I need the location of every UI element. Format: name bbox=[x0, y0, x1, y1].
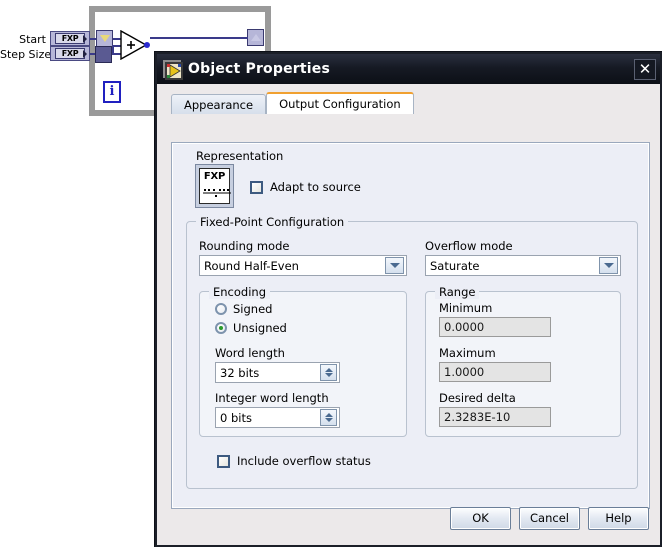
ok-button[interactable]: OK bbox=[450, 507, 511, 530]
tab-panel-output-configuration: Representation FXP Adapt to source Fixed… bbox=[171, 142, 650, 509]
desired-delta-label: Desired delta bbox=[439, 391, 516, 405]
terminal-start-arrow-icon bbox=[83, 35, 87, 43]
representation-fxp-icon[interactable]: FXP bbox=[195, 164, 234, 208]
integer-word-length-label: Integer word length bbox=[215, 391, 329, 405]
add-function-node[interactable] bbox=[120, 30, 150, 60]
encoding-unsigned-label: Unsigned bbox=[233, 321, 287, 335]
rounding-mode-select[interactable]: Round Half-Even bbox=[199, 255, 407, 276]
chevron-down-icon[interactable] bbox=[385, 257, 404, 274]
chevron-down-icon[interactable] bbox=[599, 257, 618, 274]
chevron-up-icon bbox=[250, 34, 261, 41]
shift-register-left[interactable] bbox=[96, 30, 113, 47]
chevron-down-icon bbox=[324, 418, 333, 422]
word-length-label: Word length bbox=[215, 346, 285, 360]
close-icon[interactable]: ✕ bbox=[634, 58, 656, 80]
rounding-mode-label: Rounding mode bbox=[199, 239, 290, 253]
encoding-signed-row[interactable]: Signed bbox=[215, 302, 272, 316]
terminal-start-fxp-text: FXP bbox=[55, 33, 85, 44]
chevron-down-icon bbox=[99, 35, 110, 42]
maximum-value: 1.0000 bbox=[439, 362, 551, 382]
chevron-up-icon bbox=[324, 368, 333, 372]
encoding-unsigned-radio[interactable] bbox=[215, 322, 227, 334]
integer-word-length-value: 0 bits bbox=[220, 410, 252, 425]
shift-register-right[interactable] bbox=[247, 29, 264, 46]
loop-tunnel[interactable] bbox=[95, 46, 112, 63]
word-length-spin-buttons[interactable] bbox=[320, 364, 337, 381]
rounding-mode-value: Round Half-Even bbox=[204, 258, 299, 273]
overflow-mode-select[interactable]: Saturate bbox=[425, 255, 621, 276]
fixed-point-configuration-title: Fixed-Point Configuration bbox=[196, 215, 349, 229]
object-properties-dialog: Object Properties ✕ Appearance Output Co… bbox=[155, 52, 662, 547]
chevron-up-icon bbox=[324, 413, 333, 417]
overflow-mode-label: Overflow mode bbox=[425, 239, 513, 253]
dialog-title: Object Properties bbox=[188, 61, 331, 77]
word-length-stepper[interactable]: 32 bits bbox=[215, 362, 340, 383]
desired-delta-value: 2.3283E-10 bbox=[439, 407, 551, 427]
terminal-label-step-size: Step Size bbox=[0, 48, 52, 61]
encoding-unsigned-row[interactable]: Unsigned bbox=[215, 321, 287, 335]
cancel-button[interactable]: Cancel bbox=[519, 507, 580, 530]
minimum-value: 0.0000 bbox=[439, 317, 551, 337]
range-group-title: Range bbox=[435, 285, 480, 299]
minimum-label: Minimum bbox=[439, 301, 493, 315]
representation-fxp-icon-text: FXP bbox=[203, 171, 226, 182]
maximum-label: Maximum bbox=[439, 346, 496, 360]
labview-vi-icon bbox=[163, 60, 183, 80]
chevron-down-icon bbox=[324, 373, 333, 377]
integer-word-length-spin-buttons[interactable] bbox=[320, 409, 337, 426]
include-overflow-status-checkbox[interactable] bbox=[217, 454, 230, 468]
terminal-start-fxp[interactable]: FXP bbox=[50, 31, 90, 46]
terminal-step-size-fxp[interactable]: FXP bbox=[50, 46, 90, 61]
terminal-step-size-fxp-text: FXP bbox=[55, 48, 85, 59]
integer-word-length-stepper[interactable]: 0 bits bbox=[215, 407, 340, 428]
adapt-to-source-checkbox[interactable] bbox=[250, 180, 263, 194]
terminal-label-start: Start bbox=[19, 33, 46, 46]
representation-fxp-icon-inner: FXP bbox=[199, 168, 231, 204]
tab-bar: Appearance Output Configuration bbox=[171, 92, 660, 114]
overflow-mode-value: Saturate bbox=[430, 258, 480, 273]
include-overflow-status-label: Include overflow status bbox=[237, 454, 371, 468]
wire-add-to-sr-right bbox=[150, 37, 248, 39]
tab-appearance[interactable]: Appearance bbox=[171, 94, 267, 114]
help-button[interactable]: Help bbox=[588, 507, 649, 530]
terminal-step-size-arrow-icon bbox=[83, 50, 87, 58]
include-overflow-status-row[interactable]: Include overflow status bbox=[217, 454, 371, 468]
encoding-group-title: Encoding bbox=[209, 285, 270, 299]
tab-output-configuration[interactable]: Output Configuration bbox=[266, 92, 414, 114]
iteration-terminal[interactable]: i bbox=[103, 81, 121, 103]
adapt-to-source-label: Adapt to source bbox=[270, 180, 361, 194]
word-length-value: 32 bits bbox=[220, 365, 260, 380]
representation-label: Representation bbox=[196, 149, 284, 163]
adapt-to-source-row[interactable]: Adapt to source bbox=[250, 180, 361, 194]
encoding-signed-radio[interactable] bbox=[215, 303, 227, 315]
dialog-titlebar[interactable]: Object Properties ✕ bbox=[157, 54, 660, 84]
fxp-numberline-icon bbox=[203, 189, 231, 197]
encoding-signed-label: Signed bbox=[233, 302, 273, 316]
